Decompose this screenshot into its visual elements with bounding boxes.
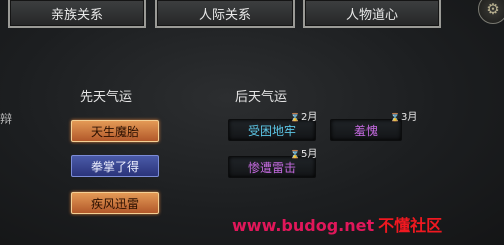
acquired-fortune-title: 后天气运: [235, 90, 288, 105]
event-month-label: 5月: [300, 149, 318, 160]
hourglass-icon: ⌛: [390, 113, 400, 122]
watermark: www.budog.net 不懂社区: [232, 212, 442, 236]
event-month: ⌛5月: [290, 145, 317, 160]
gear-icon[interactable]: ⚙: [478, 0, 504, 24]
watermark-url: www.budog.net: [232, 216, 375, 235]
event-month: ⌛3月: [390, 108, 417, 123]
event-month-label: 3月: [400, 112, 418, 123]
cut-off-label: 辩: [0, 112, 13, 126]
innate-trait-badge[interactable]: 拳掌了得: [71, 155, 159, 177]
event-month: ⌛2月: [290, 108, 317, 123]
hourglass-icon: ⌛: [290, 150, 300, 159]
innate-trait-badge[interactable]: 疾风迅雷: [71, 192, 159, 214]
tab-kinship[interactable]: 亲族关系: [8, 0, 146, 28]
event-month-label: 2月: [300, 112, 318, 123]
tab-relationships[interactable]: 人际关系: [155, 0, 295, 28]
tab-character-dao-heart[interactable]: 人物道心: [303, 0, 441, 28]
innate-fortune-title: 先天气运: [80, 90, 133, 105]
watermark-site-name: 不懂社区: [378, 216, 443, 235]
innate-trait-badge[interactable]: 天生魔胎: [71, 120, 159, 142]
hourglass-icon: ⌛: [290, 113, 300, 122]
